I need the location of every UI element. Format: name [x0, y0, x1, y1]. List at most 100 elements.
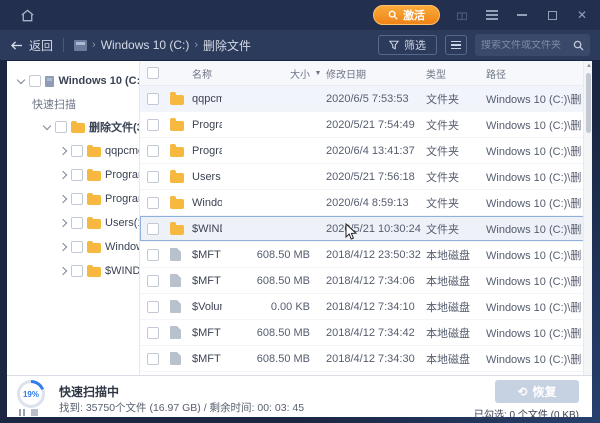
- cell-path: Windows 10 (C:)\删除...: [486, 301, 582, 314]
- tree-item-label: $WINDO...: [105, 265, 139, 277]
- cell-name: Program Files: [192, 118, 222, 131]
- minimize-button[interactable]: [514, 7, 530, 23]
- back-arrow-icon: [10, 40, 22, 50]
- chevron-right-icon[interactable]: [59, 171, 67, 179]
- chevron-right-icon[interactable]: [59, 147, 67, 155]
- row-checkbox[interactable]: [147, 118, 159, 131]
- breadcrumb-drive[interactable]: Windows 10 (C:): [101, 38, 190, 52]
- close-button[interactable]: ✕: [574, 7, 590, 23]
- tree-checkbox[interactable]: [55, 121, 67, 133]
- folder-icon: [71, 120, 85, 133]
- tree-item-folder[interactable]: qqpcmgr...: [7, 139, 139, 163]
- table-row[interactable]: Users 2020/5/21 7:56:18 文件夹 Windows 10 (…: [140, 164, 592, 190]
- cell-size: 608.50 MB: [256, 248, 310, 261]
- row-checkbox[interactable]: [147, 248, 159, 261]
- cell-path: Windows 10 (C:)\删除...: [486, 171, 582, 184]
- cell-size: 608.50 MB: [256, 352, 310, 365]
- table-row[interactable]: $MFT 608.50 MB 2018/4/12 7:34:06 本地磁盘 Wi…: [140, 268, 592, 294]
- row-checkbox[interactable]: [147, 352, 159, 365]
- chevron-right-icon[interactable]: [59, 195, 67, 203]
- row-checkbox[interactable]: [147, 144, 159, 157]
- folder-tree: Windows 10 (C:)(33... 快速扫描 删除文件(337... q…: [7, 61, 140, 375]
- cell-date: 2018/4/12 7:34:42: [326, 326, 415, 339]
- header-size[interactable]: 大小: [222, 66, 310, 81]
- tree-checkbox[interactable]: [71, 169, 83, 181]
- cell-type: 文件夹: [426, 171, 459, 184]
- table-row[interactable]: Windows 2020/6/4 8:59:13 文件夹 Windows 10 …: [140, 190, 592, 216]
- gift-icon[interactable]: [454, 7, 470, 23]
- row-checkbox[interactable]: [147, 326, 159, 339]
- table-row[interactable]: qqpcmgr_docpro 2020/6/5 7:53:53 文件夹 Wind…: [140, 86, 592, 112]
- tree-checkbox[interactable]: [71, 241, 83, 253]
- chevron-right-icon[interactable]: [59, 243, 67, 251]
- header-type[interactable]: 类型: [426, 66, 486, 81]
- tree-item-folder[interactable]: $WINDO...: [7, 259, 139, 283]
- header-name[interactable]: 名称: [192, 66, 222, 81]
- row-checkbox[interactable]: [147, 274, 159, 287]
- maximize-button[interactable]: [544, 7, 560, 23]
- chevron-down-icon[interactable]: [17, 77, 25, 85]
- cell-name: qqpcmgr_docpro: [192, 92, 222, 105]
- tree-item-folder[interactable]: Program ...: [7, 163, 139, 187]
- cell-type: 本地磁盘: [426, 353, 470, 366]
- table-row[interactable]: ProgramData 2020/6/4 13:41:37 文件夹 Window…: [140, 138, 592, 164]
- cell-path: Windows 10 (C:)\删除...: [486, 145, 582, 158]
- header-date[interactable]: 修改日期: [326, 66, 426, 81]
- tree-item-deleted-files[interactable]: 删除文件(337...: [7, 115, 139, 139]
- tree-checkbox[interactable]: [29, 75, 41, 87]
- recover-button[interactable]: ⟲ 恢复: [495, 380, 579, 403]
- table-row[interactable]: $MFT 608.50 MB 2018/4/12 7:34:30 本地磁盘 Wi…: [140, 346, 592, 372]
- chevron-right-icon[interactable]: [59, 267, 67, 275]
- scroll-up-icon[interactable]: ▲: [586, 63, 592, 69]
- search-input[interactable]: [481, 39, 573, 51]
- activate-label: 激活: [403, 10, 425, 22]
- pause-icon[interactable]: [19, 409, 25, 416]
- row-checkbox[interactable]: [147, 222, 159, 235]
- row-checkbox[interactable]: [147, 300, 159, 313]
- back-button[interactable]: 返回: [10, 37, 53, 54]
- menu-icon[interactable]: [484, 7, 500, 23]
- tree-checkbox[interactable]: [71, 217, 83, 229]
- cell-date: 2020/5/21 7:54:49: [326, 118, 415, 131]
- home-icon[interactable]: [16, 4, 38, 26]
- cell-size: 0.00 KB: [270, 300, 310, 313]
- chevron-right-icon[interactable]: [59, 219, 67, 227]
- tree-item-drive-root[interactable]: Windows 10 (C:)(33...: [7, 69, 139, 93]
- select-all-checkbox[interactable]: [147, 67, 159, 79]
- list-icon: [451, 39, 461, 52]
- tree-checkbox[interactable]: [71, 193, 83, 205]
- header-path[interactable]: 路径: [486, 66, 582, 81]
- table-row[interactable]: $MFT 608.50 MB 2018/4/12 23:50:32 本地磁盘 W…: [140, 242, 592, 268]
- table-row[interactable]: $WINDOWS.~BT 2020/5/21 10:30:24 文件夹 Wind…: [140, 216, 592, 242]
- breadcrumb-folder[interactable]: 删除文件: [203, 37, 251, 54]
- cell-date: 2020/5/21 7:56:18: [326, 170, 415, 183]
- cell-path: Windows 10 (C:)\删除...: [486, 223, 582, 236]
- tree-checkbox[interactable]: [71, 145, 83, 157]
- cell-name: $MFT: [192, 274, 221, 287]
- tree-item-folder[interactable]: Users(16...: [7, 211, 139, 235]
- tree-item-folder[interactable]: Program...: [7, 187, 139, 211]
- row-checkbox[interactable]: [147, 196, 159, 209]
- row-checkbox[interactable]: [147, 92, 159, 105]
- cell-type: 文件夹: [426, 93, 459, 106]
- row-checkbox[interactable]: [147, 170, 159, 183]
- tree-item-folder[interactable]: Windows...: [7, 235, 139, 259]
- cell-type: 文件夹: [426, 145, 459, 158]
- cell-type: 本地磁盘: [426, 275, 470, 288]
- vertical-scrollbar[interactable]: ▲: [583, 61, 592, 375]
- tree-checkbox[interactable]: [71, 265, 83, 277]
- stop-icon[interactable]: [31, 409, 38, 416]
- file-type-icon: [170, 118, 184, 131]
- scrollbar-thumb[interactable]: [585, 73, 591, 133]
- tree-item-quick-scan[interactable]: 快速扫描: [7, 93, 139, 115]
- table-row[interactable]: $MFT 608.50 MB 2018/4/12 7:34:42 本地磁盘 Wi…: [140, 320, 592, 346]
- tree-item-label: Program...: [105, 193, 139, 205]
- chevron-down-icon[interactable]: [43, 123, 51, 131]
- table-row[interactable]: Program Files 2020/5/21 7:54:49 文件夹 Wind…: [140, 112, 592, 138]
- filter-button[interactable]: 筛选: [378, 35, 437, 55]
- table-row[interactable]: $Volume 0.00 KB 2018/4/12 7:34:10 本地磁盘 W…: [140, 294, 592, 320]
- sort-arrow-icon[interactable]: ▼: [310, 70, 326, 77]
- activate-button[interactable]: 激活: [373, 5, 440, 25]
- list-view-button[interactable]: [445, 35, 467, 55]
- progress-percent: 19%: [22, 389, 39, 399]
